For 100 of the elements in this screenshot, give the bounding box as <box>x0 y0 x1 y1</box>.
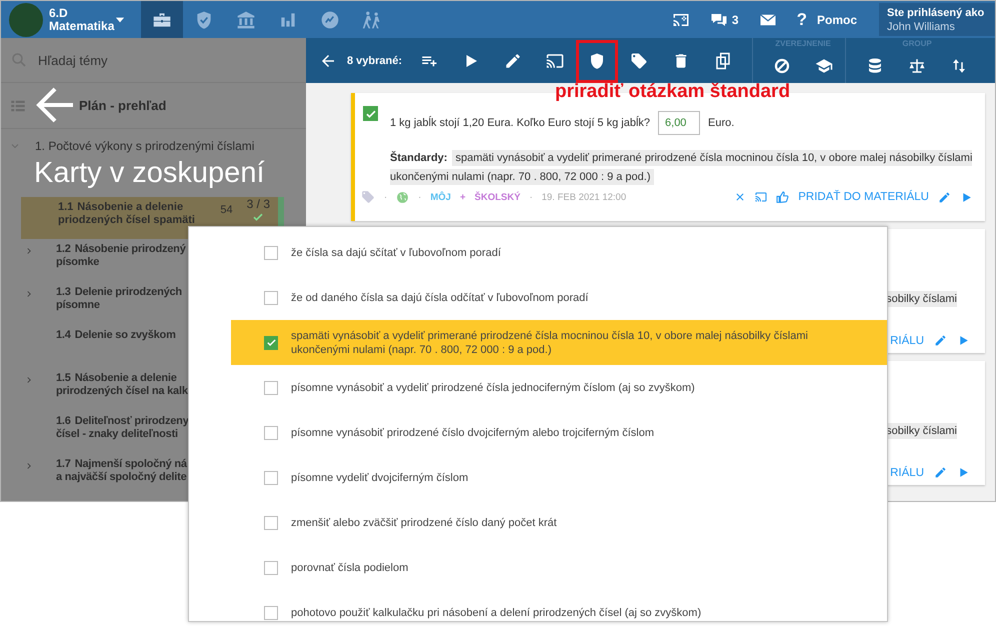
standard-option[interactable]: zmenšiť alebo zväčšiť prirodzené číslo daný počet krát <box>231 500 887 545</box>
topic-item[interactable]: 1.5 Násobenie a delenie prirodzených čísel na kalk <box>1 368 188 411</box>
topic-item[interactable]: 1.2 Násobenie prirodzený písomke <box>1 239 188 282</box>
topic-item[interactable]: 1.3 Delenie prirodzených písomne <box>1 282 188 325</box>
annotation-text: priradiť otázkam štandard <box>555 81 790 103</box>
topic-title: Delenie prirodzených <box>74 286 182 298</box>
answer-field[interactable]: 6,00 <box>658 111 700 135</box>
cast-button[interactable] <box>755 191 768 203</box>
messages-button[interactable]: 3 <box>700 1 749 38</box>
standard-option[interactable]: porovnať čísla podielom <box>231 545 887 590</box>
thumbs-up-icon <box>776 190 790 204</box>
pencil-icon <box>934 334 947 347</box>
topic-title: Násobenie prirodzený <box>74 243 186 255</box>
separator: · <box>418 192 422 202</box>
overlay-title: Karty v zoskupení <box>34 156 264 190</box>
section-title[interactable]: 1. Počtové výkony s prirodzenými číslami <box>35 139 254 153</box>
topic-number: 1.3 <box>56 286 71 298</box>
checkbox[interactable] <box>264 290 278 304</box>
checkbox[interactable] <box>264 426 278 440</box>
copy-icon <box>714 52 732 70</box>
separator: · <box>529 192 533 202</box>
add-to-material-link[interactable]: RIÁLU <box>890 334 924 346</box>
topic-number: 1.6 <box>56 415 71 427</box>
topic-number: 1.1 <box>58 201 74 213</box>
checkbox[interactable] <box>264 516 278 530</box>
topic-title: Deliteľnosť prirodzeny <box>74 415 189 427</box>
pencil-icon <box>934 466 947 479</box>
standard-text: sobilky číslami <box>886 423 957 439</box>
pencil-icon <box>504 52 522 70</box>
standard-option[interactable]: písomne vydeliť dvojciferným číslom <box>231 455 887 500</box>
add-to-material-link[interactable]: RIÁLU <box>890 466 924 478</box>
search-field[interactable]: Hľadaj témy <box>38 50 238 70</box>
progress-text: 3 / 3 <box>246 198 270 211</box>
topic-title: a najväčší spoločný delite <box>56 471 187 484</box>
remove-button[interactable] <box>734 191 746 203</box>
standard-option[interactable]: spamäti vynásobiť a vydeliť primerané prirodzené čísla mocninou čísla 10, v obore malej násobilky číslami ukončenými nulami (napr. 70 . 800, 72 000 : 9 a pod.) <box>231 320 887 365</box>
standard-text: porovnať čísla podielom <box>291 560 408 574</box>
help-button[interactable]: ? Pomoc <box>786 1 867 38</box>
class-avatar-photo <box>9 3 43 37</box>
standard-text: zmenšiť alebo zväčšiť prirodzené číslo daný počet krát <box>291 516 557 530</box>
cast-icon <box>755 191 768 203</box>
checkbox[interactable] <box>363 106 378 121</box>
standards-label: Štandardy: <box>390 150 448 166</box>
topic-title: Delenie so zvyškom <box>74 329 176 341</box>
date-text: 19. FEB 2021 12:00 <box>542 192 626 202</box>
topic-item[interactable]: 1.6 Deliteľnosť prirodzeny čísel - znaky deliteľnosti <box>1 411 188 454</box>
like-button[interactable] <box>776 190 790 204</box>
help-icon: ? <box>796 10 807 30</box>
standard-text: pohotovo použiť kalkulačku pri násobení a delení prirodzených čísel (aj so zvyškom) <box>291 606 702 620</box>
checkbox[interactable] <box>264 246 278 260</box>
subject-name: Matematika <box>49 20 113 32</box>
separator: · <box>384 192 388 202</box>
topic-item[interactable]: 1.4 Delenie so zvyškom <box>1 325 188 368</box>
topic-title: písomne <box>56 299 101 312</box>
add-to-material-link[interactable]: PRIDAŤ DO MATERIÁLU <box>798 191 929 203</box>
topic-number: 1.2 <box>56 243 71 255</box>
standard-option[interactable]: písomne vynásobiť a vydeliť prirodzené čísla jednociferným číslom (aj so zvyškom) <box>231 365 887 410</box>
standard-option[interactable]: že od daného čísla sa dajú čísla odčítať v ľubovoľnom poradí <box>231 275 887 320</box>
edit-button[interactable] <box>934 466 947 479</box>
message-count: 3 <box>732 12 739 26</box>
overview-link[interactable]: Plán - prehľad <box>79 98 166 113</box>
graduation-cap-icon <box>815 56 834 74</box>
plus-sign: + <box>460 192 466 202</box>
scope-label: ŠKOLSKÝ <box>474 192 520 202</box>
scale-icon <box>908 56 926 74</box>
login-caption: Ste prihlásený ako <box>887 6 986 20</box>
globe-icon <box>396 190 410 204</box>
standard-text: písomne vynásobiť a vydeliť prirodzené čísla jednociferným číslom (aj so zvyškom) <box>291 380 695 394</box>
checkbox[interactable] <box>264 606 278 620</box>
check-icon <box>266 337 276 348</box>
nav-tab[interactable] <box>141 1 183 38</box>
checkbox[interactable] <box>264 470 278 484</box>
topic-number: 1.7 <box>56 458 71 470</box>
topic-title: písomke <box>56 256 100 269</box>
standard-text: že čísla sa dajú sčítať v ľubovoľnom poradí <box>291 246 501 260</box>
card-count: 54 <box>220 204 233 216</box>
edit-button[interactable] <box>938 190 951 204</box>
topic-number: 1.5 <box>56 372 71 384</box>
topic-title: prirodzených čísel na kalk <box>56 385 188 398</box>
shield-button[interactable] <box>576 40 618 82</box>
standard-text: písomne vydeliť dvojciferným číslom <box>291 470 468 484</box>
topic-title: Násobenie a delenie <box>74 372 177 384</box>
unit-text: Euro. <box>708 117 734 129</box>
checkbox[interactable] <box>264 560 278 574</box>
pencil-icon <box>938 190 951 204</box>
standard-option[interactable]: pohotovo použiť kalkulačku pri násobení a delení prirodzených čísel (aj so zvyškom) <box>231 590 887 621</box>
checkbox[interactable] <box>264 380 278 394</box>
tag-icon <box>361 190 375 204</box>
topic-title: Najmenší spoločný ná <box>74 458 187 470</box>
user-name: John Williams <box>887 20 956 34</box>
topic-title: Násobenie a delenie <box>77 201 184 213</box>
selection-count: 8 vybrané: <box>347 54 402 66</box>
checkbox[interactable] <box>264 336 278 350</box>
edit-button[interactable] <box>934 334 947 347</box>
topic-item[interactable]: 1.7 Najmenší spoločný ná a najväčší spoločný delite <box>1 454 188 497</box>
owner-label: MÔJ <box>430 192 451 202</box>
standard-option[interactable]: písomne vynásobiť prirodzené číslo dvojciferným alebo trojciferným číslom <box>231 410 887 455</box>
topic-number: 1.4 <box>56 329 71 341</box>
class-name: 6.D <box>49 6 69 20</box>
prohibited-icon <box>773 56 792 74</box>
